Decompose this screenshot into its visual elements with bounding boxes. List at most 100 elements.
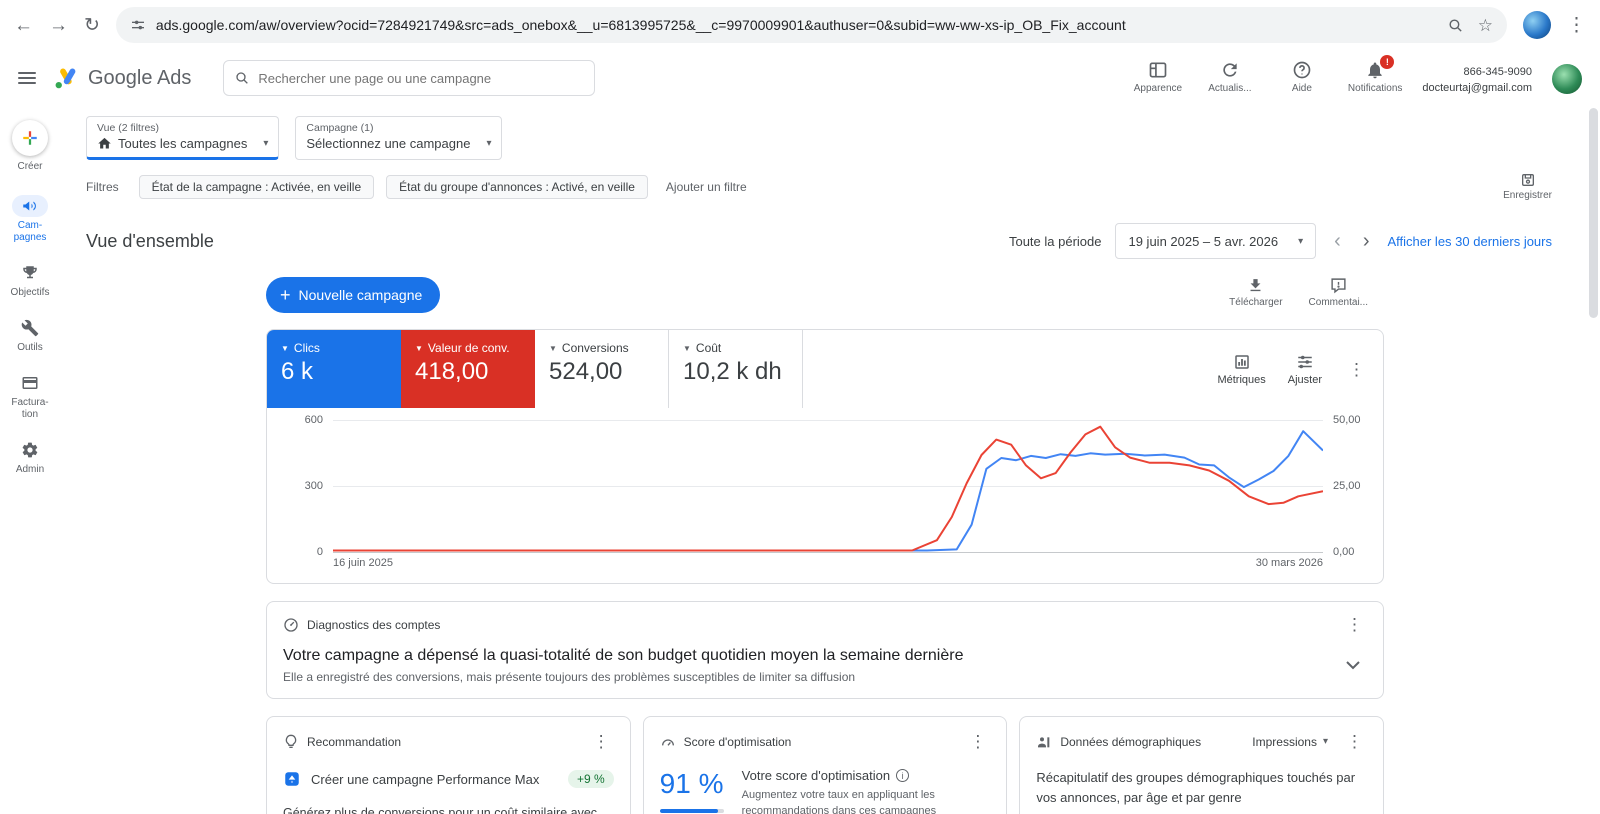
metric-dropdown[interactable]: Impressions ▾ bbox=[1252, 735, 1328, 749]
account-email: docteurtaj@gmail.com bbox=[1422, 82, 1532, 94]
clicks-value: 6 k bbox=[281, 358, 314, 385]
help-button[interactable]: Aide bbox=[1276, 60, 1328, 94]
scrollbar[interactable] bbox=[1589, 108, 1598, 318]
campaign-dropdown[interactable]: Campagne (1) Sélectionnez une campagne ▾ bbox=[295, 116, 503, 160]
filters-label: Filtres bbox=[86, 179, 119, 194]
notification-badge: ! bbox=[1380, 54, 1395, 69]
sidebar-item-campaigns[interactable]: Cam-pagnes bbox=[0, 186, 60, 253]
next-period-icon[interactable]: › bbox=[1359, 231, 1374, 251]
demographics-description: Récapitulatif des groupes démographiques… bbox=[1036, 770, 1356, 805]
performance-card: ▼ Clics 6 k ▼ Valeur de conv. 418,00 ▼ Conv… bbox=[266, 329, 1384, 584]
plus-icon: + bbox=[280, 285, 291, 305]
back-icon[interactable]: ← bbox=[14, 16, 33, 35]
appearance-button[interactable]: Apparence bbox=[1132, 60, 1184, 94]
scorecard-cost[interactable]: ▼ Coût 10,2 k dh bbox=[669, 330, 803, 408]
diagnostic-headline: Votre campagne a dépensé la quasi-totali… bbox=[283, 647, 964, 664]
overflow-menu-icon[interactable]: ⋮ bbox=[589, 729, 614, 754]
browser-chrome: ← → ↻ ads.google.com/aw/overview?ocid=72… bbox=[0, 0, 1600, 50]
filter-chip-adgroup-status[interactable]: État du groupe d'annonces : Activé, en v… bbox=[386, 174, 648, 199]
cost-value: 10,2 k dh bbox=[683, 358, 782, 385]
info-icon[interactable]: i bbox=[896, 769, 910, 782]
gear-icon bbox=[21, 441, 39, 459]
chevron-down-icon: ▼ bbox=[549, 343, 557, 353]
account-avatar[interactable] bbox=[1552, 63, 1582, 94]
optimization-score-card: Score d'optimisation ⋮ 91 % Votre score … bbox=[642, 716, 1008, 814]
x-axis-label-start: 16 juin 2025 bbox=[333, 557, 393, 569]
metrics-button[interactable]: Métriques bbox=[1217, 353, 1266, 386]
chevron-down-icon: ▾ bbox=[1298, 235, 1304, 247]
filter-chip-campaign-status[interactable]: État de la campagne : Activée, en veille bbox=[138, 174, 375, 199]
recommendation-item[interactable]: Créer une campagne Performance Max +9 % bbox=[283, 770, 614, 788]
new-campaign-button[interactable]: + Nouvelle campagne bbox=[266, 277, 441, 313]
plus-icon bbox=[21, 129, 39, 147]
reload-icon[interactable]: ↻ bbox=[84, 16, 100, 35]
app-header: Google Ads Apparence Actualis... bbox=[0, 50, 1600, 106]
url-text[interactable]: ads.google.com/aw/overview?ocid=72849217… bbox=[156, 17, 1437, 33]
appearance-icon bbox=[1148, 60, 1168, 80]
demographics-card: Données démographiques Impressions ▾ ⋮ R… bbox=[1019, 716, 1384, 814]
chevron-down-icon: ▼ bbox=[415, 343, 423, 353]
refresh-icon bbox=[1220, 60, 1240, 80]
show-last-30-days-link[interactable]: Afficher les 30 derniers jours bbox=[1387, 234, 1552, 249]
browser-profile-avatar[interactable] bbox=[1523, 11, 1551, 39]
period-label: Toute la période bbox=[1008, 233, 1102, 249]
y-axis-tick: 300 bbox=[304, 480, 323, 492]
view-dropdown[interactable]: Vue (2 filtres) Toutes les campagnes ▾ bbox=[86, 116, 280, 160]
gridline bbox=[333, 552, 1323, 553]
sidebar: Créer Cam-pagnes Objectifs Outils Factur… bbox=[0, 106, 60, 814]
notifications-button[interactable]: ! Notifications bbox=[1348, 54, 1402, 94]
adjust-button[interactable]: Ajuster bbox=[1288, 353, 1322, 386]
overflow-menu-icon[interactable]: ⋮ bbox=[1342, 612, 1367, 637]
app-search[interactable] bbox=[223, 60, 596, 96]
refresh-button[interactable]: Actualis... bbox=[1204, 60, 1256, 94]
scorecard-clicks[interactable]: ▼ Clics 6 k bbox=[267, 330, 401, 408]
main-menu-icon[interactable] bbox=[18, 72, 36, 84]
trophy-icon bbox=[21, 264, 39, 282]
sidebar-item-admin[interactable]: Admin bbox=[0, 430, 60, 485]
conv-value-value: 418,00 bbox=[415, 358, 489, 385]
bookmark-star-icon[interactable]: ☆ bbox=[1478, 17, 1493, 34]
create-button[interactable] bbox=[12, 120, 48, 156]
date-range-picker[interactable]: 19 juin 2025 – 5 avr. 2026 ▾ bbox=[1115, 223, 1317, 259]
overflow-menu-icon[interactable]: ⋮ bbox=[1342, 729, 1367, 754]
search-icon[interactable] bbox=[1447, 17, 1464, 34]
google-ads-logo bbox=[52, 65, 80, 91]
save-icon bbox=[1520, 172, 1536, 188]
chevron-down-icon: ▾ bbox=[486, 138, 492, 149]
conversions-value: 524,00 bbox=[549, 358, 623, 385]
metrics-chart-icon bbox=[1233, 353, 1251, 371]
sidebar-item-billing[interactable]: Factura-tion bbox=[0, 363, 60, 430]
save-button[interactable]: Enregistrer bbox=[1503, 172, 1552, 201]
sidebar-item-tools[interactable]: Outils bbox=[0, 308, 60, 363]
address-bar[interactable]: ads.google.com/aw/overview?ocid=72849217… bbox=[115, 7, 1507, 43]
account-diagnostics-card: Diagnostics des comptes ⋮ Votre campagne… bbox=[266, 601, 1384, 699]
y-axis-tick: 600 bbox=[304, 414, 323, 426]
help-icon bbox=[1292, 60, 1312, 80]
sidebar-item-goals[interactable]: Objectifs bbox=[0, 253, 60, 308]
forward-icon[interactable]: → bbox=[49, 16, 68, 35]
download-button[interactable]: Télécharger bbox=[1229, 277, 1283, 308]
overflow-menu-icon[interactable]: ⋮ bbox=[965, 729, 990, 754]
home-icon bbox=[97, 136, 112, 151]
feedback-button[interactable]: Commentai... bbox=[1309, 277, 1368, 308]
account-phone: 866-345-9090 bbox=[1463, 65, 1532, 78]
scorecard-conv-value[interactable]: ▼ Valeur de conv. 418,00 bbox=[401, 330, 535, 408]
site-info-icon[interactable] bbox=[130, 17, 146, 33]
x-axis-label-end: 30 mars 2026 bbox=[1255, 557, 1323, 569]
expand-chevron-icon[interactable] bbox=[1345, 660, 1361, 670]
time-series-chart: 600 300 0 50,00 25,00 0,00 bbox=[305, 414, 1361, 558]
overflow-menu-icon[interactable]: ⋮ bbox=[1344, 357, 1369, 382]
previous-period-icon[interactable]: ‹ bbox=[1330, 231, 1345, 251]
create-label: Créer bbox=[17, 161, 43, 172]
product-name: Google Ads bbox=[88, 66, 192, 89]
add-filter-button[interactable]: Ajouter un filtre bbox=[666, 180, 747, 194]
demographics-icon bbox=[1036, 734, 1052, 750]
app-search-input[interactable] bbox=[258, 70, 585, 86]
browser-menu-icon[interactable]: ⋮ bbox=[1567, 16, 1586, 35]
optimization-score: 91 % bbox=[659, 768, 724, 799]
scorecard-conversions[interactable]: ▼ Conversions 524,00 bbox=[535, 330, 669, 408]
chevron-down-icon: ▼ bbox=[281, 343, 289, 353]
chart-lines bbox=[333, 420, 1323, 552]
diagnostic-subtext: Elle a enregistré des conversions, mais … bbox=[283, 670, 856, 684]
y2-axis-tick: 50,00 bbox=[1333, 414, 1361, 426]
